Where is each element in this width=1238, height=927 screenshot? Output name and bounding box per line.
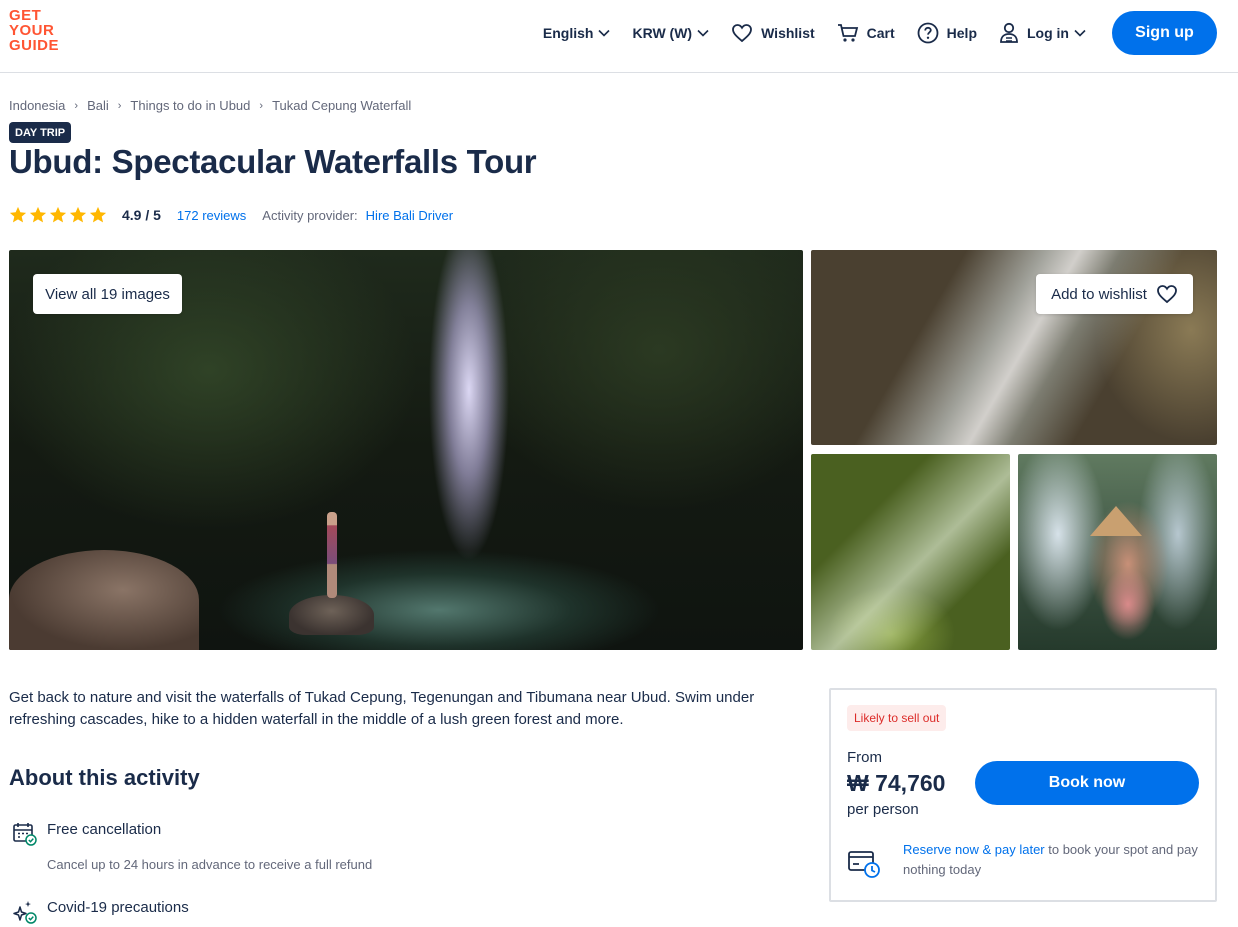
help-label: Help [946, 25, 977, 41]
view-all-label: View all 19 images [45, 285, 170, 303]
category-badge: DAY TRIP [9, 122, 72, 143]
provider-label: Activity provider: [262, 207, 358, 223]
price-value: ₩ 74,760 [847, 770, 946, 796]
calendar-check-icon [13, 823, 37, 846]
star-icon [9, 206, 27, 223]
user-icon [1000, 22, 1018, 43]
cart-label: Cart [866, 25, 895, 41]
signup-button[interactable]: Sign up [1112, 11, 1217, 55]
reserve-link[interactable]: Reserve now & pay later [903, 842, 1045, 857]
cart-link[interactable]: Cart [837, 23, 895, 43]
wishlist-link[interactable]: Wishlist [731, 23, 815, 43]
top-nav: English KRW (W) Wishlist Cart Help Log i… [521, 11, 1217, 55]
chevron-down-icon [1074, 29, 1086, 37]
feature-title: Covid-19 precautions [47, 899, 189, 916]
reserve-text: Reserve now & pay later to book your spo… [903, 840, 1203, 880]
sellout-badge: Likely to sell out [847, 705, 947, 731]
help-icon [917, 22, 939, 44]
language-selector[interactable]: English [543, 25, 611, 41]
rating-value: 4.9 / 5 [122, 207, 161, 223]
logo-line-3: GUIDE [9, 37, 60, 54]
breadcrumb-item-bali[interactable]: Bali [87, 98, 109, 113]
language-label: English [542, 25, 594, 41]
hat-shape [1090, 506, 1142, 536]
cart-icon [837, 24, 858, 42]
price-from-label: From [847, 749, 882, 766]
heart-icon [732, 24, 752, 43]
star-icon [69, 206, 87, 223]
add-to-wishlist-button[interactable]: Add to wishlist [1036, 274, 1193, 314]
star-icon [49, 206, 67, 223]
breadcrumb-item-indonesia[interactable]: Indonesia [9, 98, 65, 113]
rock-shape [289, 595, 374, 635]
login-menu[interactable]: Log in [999, 22, 1086, 44]
rock-shape [9, 550, 199, 650]
add-wishlist-label: Add to wishlist [1051, 285, 1147, 303]
star-icon [89, 206, 107, 223]
breadcrumb: Indonesia › Bali › Things to do in Ubud … [9, 98, 411, 113]
currency-label: KRW (W) [632, 25, 693, 41]
provider-link[interactable]: Hire Bali Driver [366, 208, 453, 223]
heart-icon [1157, 285, 1177, 304]
reviews-link[interactable]: 172 reviews [177, 208, 246, 223]
page-title: Ubud: Spectacular Waterfalls Tour [9, 143, 537, 180]
person-figure [327, 512, 337, 598]
feature-covid-precautions: Covid-19 precautions [12, 899, 189, 925]
star-rating [9, 206, 107, 224]
help-link[interactable]: Help [917, 22, 977, 44]
wishlist-label: Wishlist [761, 25, 815, 41]
breadcrumb-item-ubud[interactable]: Things to do in Ubud [130, 98, 250, 113]
breadcrumb-item-waterfall[interactable]: Tukad Cepung Waterfall [272, 98, 411, 113]
logo-line-2: YOUR [9, 22, 55, 39]
currency-selector[interactable]: KRW (W) [632, 25, 709, 41]
logo[interactable]: GET YOUR GUIDE [9, 8, 69, 53]
gallery-image-waterfall-woman[interactable] [1018, 454, 1217, 650]
activity-description: Get back to nature and visit the waterfa… [9, 689, 755, 728]
sparkle-check-icon [13, 901, 37, 924]
view-all-images-button[interactable]: View all 19 images [33, 274, 182, 314]
feature-subtitle: Cancel up to 24 hours in advance to rece… [47, 857, 373, 872]
feature-free-cancellation: Free cancellation [12, 821, 161, 847]
breadcrumb-separator-icon: › [74, 99, 79, 112]
chevron-down-icon [697, 29, 709, 37]
feature-title: Free cancellation [47, 821, 162, 838]
price-per-label: per person [847, 801, 919, 818]
chevron-down-icon [598, 29, 611, 37]
logo-line-1: GET [9, 7, 42, 24]
rating-row: 4.9 / 5 172 reviews Activity provider: H… [9, 205, 453, 225]
gallery-image-forest[interactable] [811, 454, 1010, 650]
reserve-info: Reserve now & pay later to book your spo… [847, 840, 1203, 880]
login-label: Log in [1027, 25, 1069, 41]
breadcrumb-separator-icon: › [259, 99, 264, 112]
booking-panel: Likely to sell out From ₩ 74,760 per per… [829, 688, 1217, 902]
book-now-button[interactable]: Book now [975, 761, 1199, 805]
card-clock-icon [848, 851, 880, 878]
site-header: GET YOUR GUIDE English KRW (W) Wishlist … [0, 0, 1238, 73]
about-heading: About this activity [9, 765, 200, 790]
breadcrumb-separator-icon: › [117, 99, 122, 112]
star-icon [29, 206, 47, 223]
image-gallery: View all 19 images Add to wishlist [9, 250, 1217, 650]
